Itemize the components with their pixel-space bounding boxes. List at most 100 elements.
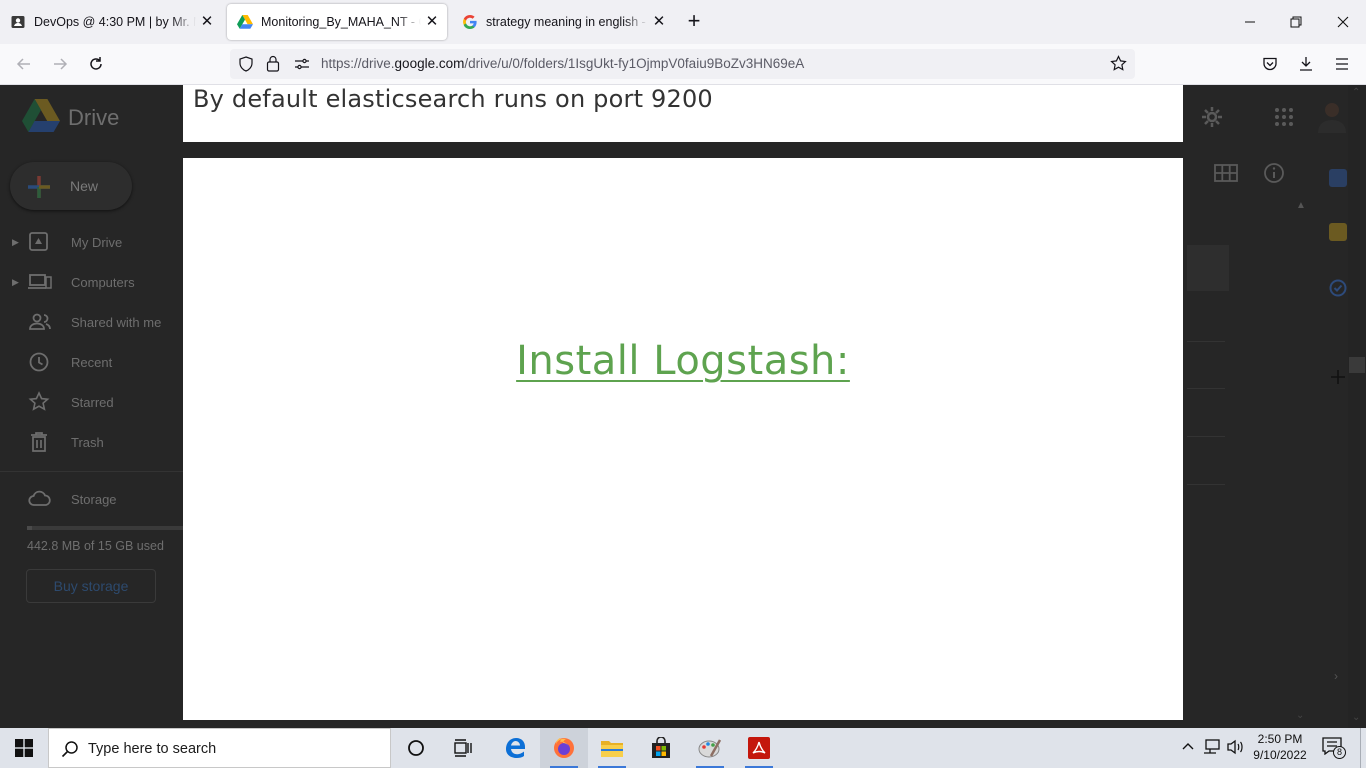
downloads-icon[interactable] [1294, 52, 1318, 76]
plus-icon [26, 174, 52, 205]
preview-slide-previous: By default elasticsearch runs on port 92… [183, 85, 1183, 142]
tab-devops[interactable]: DevOps @ 4:30 PM | by Mr. Mah ✕ [0, 4, 222, 40]
row-divider [1187, 484, 1225, 485]
minimize-window-button[interactable] [1227, 8, 1273, 36]
tab-strip: DevOps @ 4:30 PM | by Mr. Mah ✕ Monitori… [0, 0, 1366, 44]
paint-icon[interactable] [686, 728, 734, 768]
tab-title: strategy meaning in english - Go [486, 15, 648, 29]
edge-icon[interactable] [491, 728, 539, 768]
permissions-icon[interactable] [294, 57, 310, 76]
url-bar[interactable]: https://drive.google.com/drive/u/0/folde… [230, 49, 1135, 79]
restore-window-button[interactable] [1273, 8, 1319, 36]
collapse-arrow-icon[interactable]: ▲ [1296, 200, 1306, 211]
expand-arrow-icon[interactable]: ▶ [12, 237, 19, 248]
sidebar-item-recent[interactable]: Recent [0, 342, 183, 382]
search-placeholder: Type here to search [88, 741, 217, 757]
firefox-icon[interactable] [540, 728, 588, 768]
contact-card-icon [10, 14, 26, 30]
show-hidden-icons-icon[interactable] [1181, 740, 1195, 759]
close-tab-icon[interactable]: ✕ [425, 14, 439, 29]
drive-app-name: Drive [68, 105, 120, 130]
drive-logo-icon [22, 99, 60, 138]
new-button-label: New [70, 178, 99, 194]
forward-arrow-icon[interactable] [48, 52, 72, 76]
info-icon[interactable] [1263, 162, 1285, 189]
sidebar-item-starred[interactable]: Starred [0, 382, 183, 422]
new-button[interactable]: New [10, 162, 132, 210]
clock-time: 2:50 PM [1257, 732, 1303, 746]
pocket-icon[interactable] [1258, 52, 1282, 76]
volume-icon[interactable] [1227, 739, 1245, 760]
show-desktop-button[interactable] [1360, 728, 1366, 768]
scrollbar[interactable]: ⌃ ⌄ [1348, 85, 1366, 728]
computers-icon [28, 271, 52, 293]
cortana-icon[interactable] [392, 728, 440, 768]
sidebar-item-label: Trash [71, 434, 104, 450]
tab-title: Monitoring_By_MAHA_NT - Go [261, 15, 421, 29]
acrobat-icon[interactable] [735, 728, 783, 768]
my-drive-icon [28, 231, 50, 253]
expand-arrow-icon[interactable]: ▶ [12, 277, 19, 288]
sidebar-item-trash[interactable]: Trash [0, 422, 183, 462]
new-tab-button[interactable]: + [683, 10, 705, 33]
google-drive-icon [237, 14, 253, 30]
sidebar-item-computers[interactable]: ▶ Computers [0, 262, 183, 302]
close-window-button[interactable] [1320, 8, 1366, 36]
sidebar-item-shared-with-me[interactable]: Shared with me [0, 302, 183, 342]
row-divider [1187, 436, 1225, 437]
sidebar-item-storage[interactable]: Storage [0, 479, 183, 519]
scroll-down-icon[interactable]: ⌄ [1352, 712, 1360, 723]
cloud-icon [28, 488, 51, 510]
preview-slide-current: Install Logstash: [183, 158, 1183, 720]
expand-panel-icon[interactable]: › [1334, 669, 1338, 683]
apps-grid-icon[interactable] [1274, 107, 1294, 132]
clock-date: 9/10/2022 [1253, 748, 1307, 762]
slide-text: By default elasticsearch runs on port 92… [193, 85, 713, 113]
sidebar-item-label: Storage [71, 491, 117, 507]
scrollbar-thumb[interactable] [1349, 357, 1365, 373]
start-button[interactable] [0, 728, 48, 768]
sidebar-item-my-drive[interactable]: ▶ My Drive [0, 222, 183, 262]
sidebar-divider [0, 471, 183, 472]
avatar[interactable] [1318, 99, 1346, 133]
selected-row-highlight [1187, 245, 1229, 291]
add-addon-icon[interactable] [1330, 369, 1346, 390]
sidebar-item-label: My Drive [71, 234, 123, 250]
network-icon[interactable] [1203, 739, 1221, 760]
settings-gear-icon[interactable] [1200, 105, 1224, 134]
system-clock[interactable]: 2:50 PM 9/10/2022 [1248, 731, 1312, 763]
row-divider [1187, 341, 1225, 342]
notification-center-icon[interactable]: 8 [1322, 737, 1346, 759]
back-arrow-icon[interactable] [12, 52, 36, 76]
tab-title: DevOps @ 4:30 PM | by Mr. Mah [34, 15, 196, 29]
tab-strategy[interactable]: strategy meaning in english - Go ✕ [452, 4, 674, 40]
slide-heading: Install Logstash: [516, 338, 850, 384]
trash-icon [28, 431, 50, 453]
sidebar-item-label: Shared with me [71, 314, 162, 330]
tasks-icon[interactable] [1329, 279, 1347, 302]
buy-storage-button[interactable]: Buy storage [26, 569, 156, 603]
store-icon[interactable] [637, 728, 685, 768]
list-scroll-down-icon[interactable]: ⌄ [1296, 710, 1304, 721]
bookmark-star-icon[interactable] [1110, 55, 1127, 77]
app-menu-icon[interactable] [1330, 52, 1354, 76]
search-icon [61, 740, 79, 763]
close-tab-icon[interactable]: ✕ [652, 14, 666, 29]
storage-bar-fill [27, 526, 32, 530]
tab-monitoring[interactable]: Monitoring_By_MAHA_NT - Go ✕ [227, 4, 447, 40]
task-view-icon[interactable] [440, 728, 488, 768]
shield-icon[interactable] [238, 56, 254, 77]
notification-badge: 8 [1333, 746, 1346, 759]
calendar-icon[interactable] [1329, 169, 1347, 187]
reload-icon[interactable] [84, 52, 108, 76]
sidebar-item-label: Computers [71, 274, 135, 290]
keep-icon[interactable] [1329, 223, 1347, 241]
file-explorer-icon[interactable] [588, 728, 636, 768]
lock-icon[interactable] [266, 55, 280, 77]
close-tab-icon[interactable]: ✕ [200, 14, 214, 29]
url-text[interactable]: https://drive.google.com/drive/u/0/folde… [321, 56, 804, 71]
taskbar-search-box[interactable]: Type here to search [48, 728, 391, 768]
grid-view-icon[interactable] [1214, 164, 1238, 187]
taskbar: Type here to search 2:50 PM 9/10/2022 8 [0, 728, 1366, 768]
scroll-up-icon[interactable]: ⌃ [1352, 87, 1360, 98]
